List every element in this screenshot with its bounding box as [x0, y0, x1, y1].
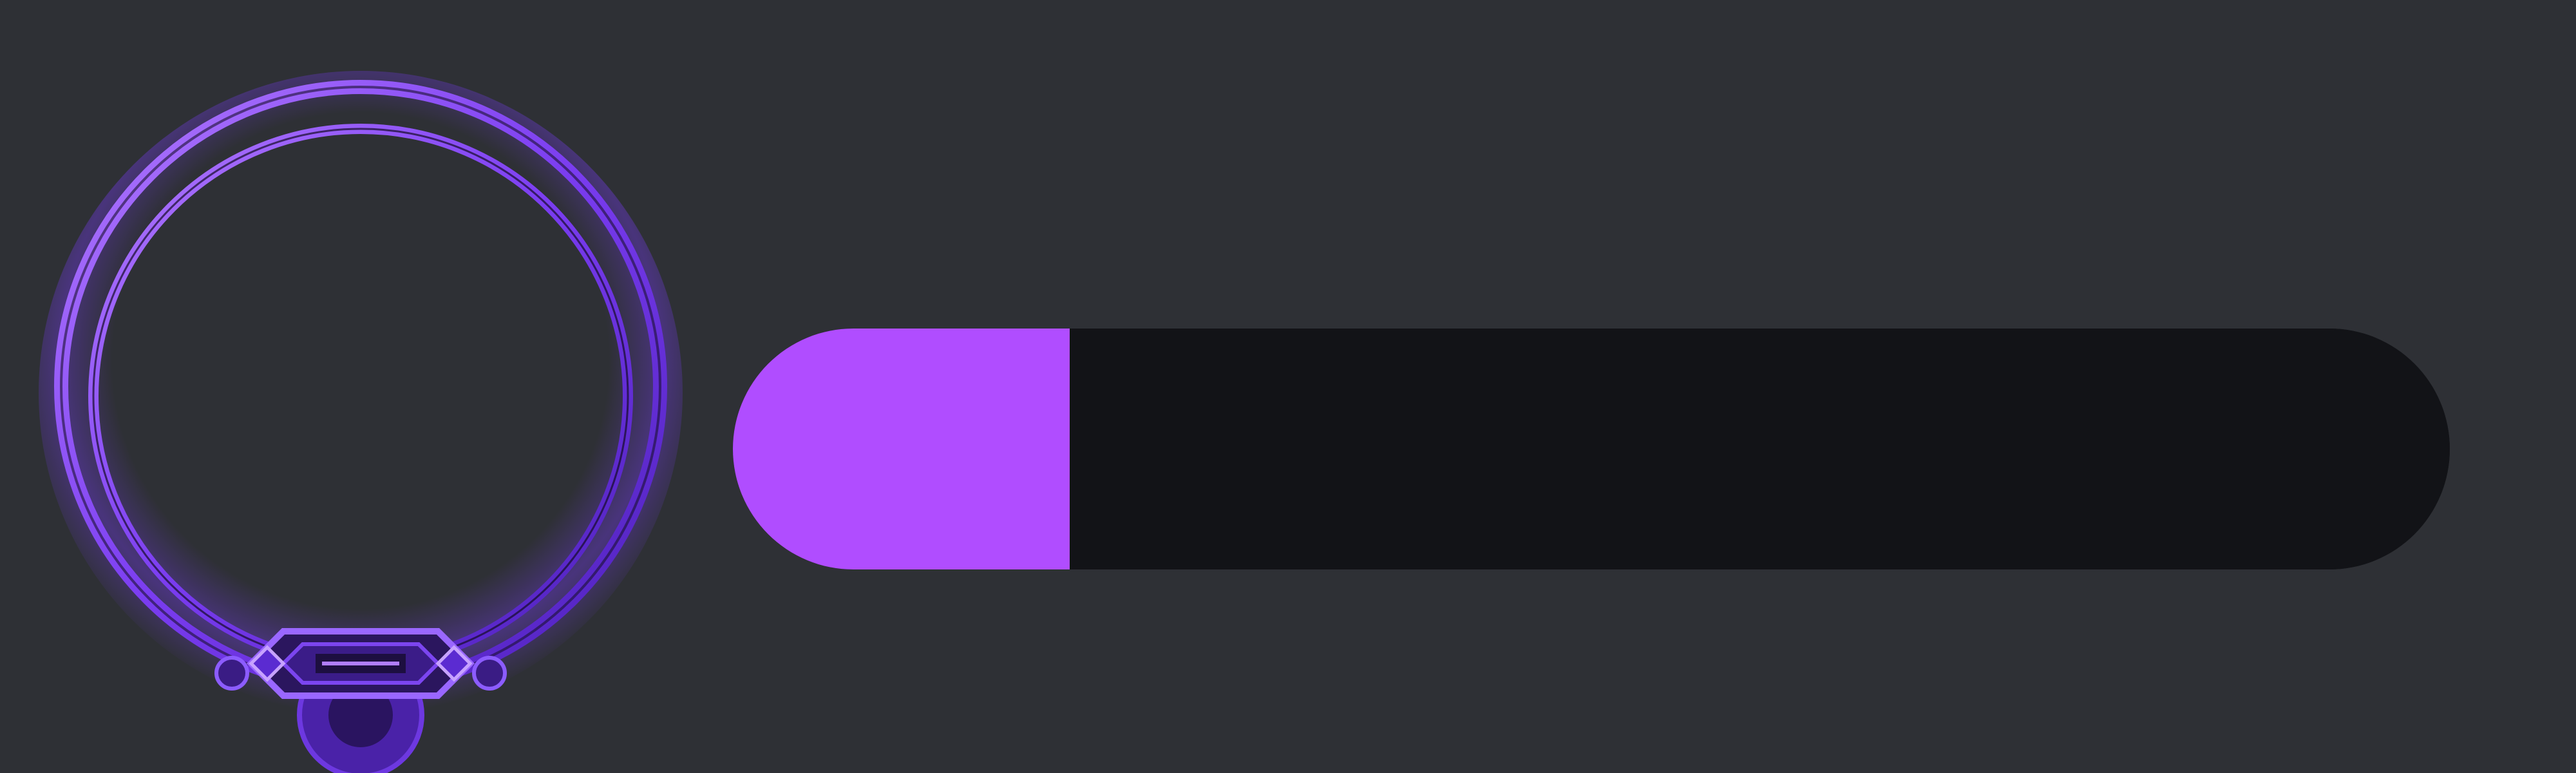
progress-bar: [733, 329, 2450, 569]
progress-remaining: [1069, 329, 2450, 569]
ornate-ring-frame-icon: [39, 71, 683, 773]
right-nub: [472, 656, 507, 691]
progress-fill: [733, 329, 1070, 569]
avatar: [39, 64, 683, 773]
frame-glow: [39, 71, 683, 715]
app-canvas: [0, 0, 2576, 773]
left-nub: [214, 656, 249, 691]
